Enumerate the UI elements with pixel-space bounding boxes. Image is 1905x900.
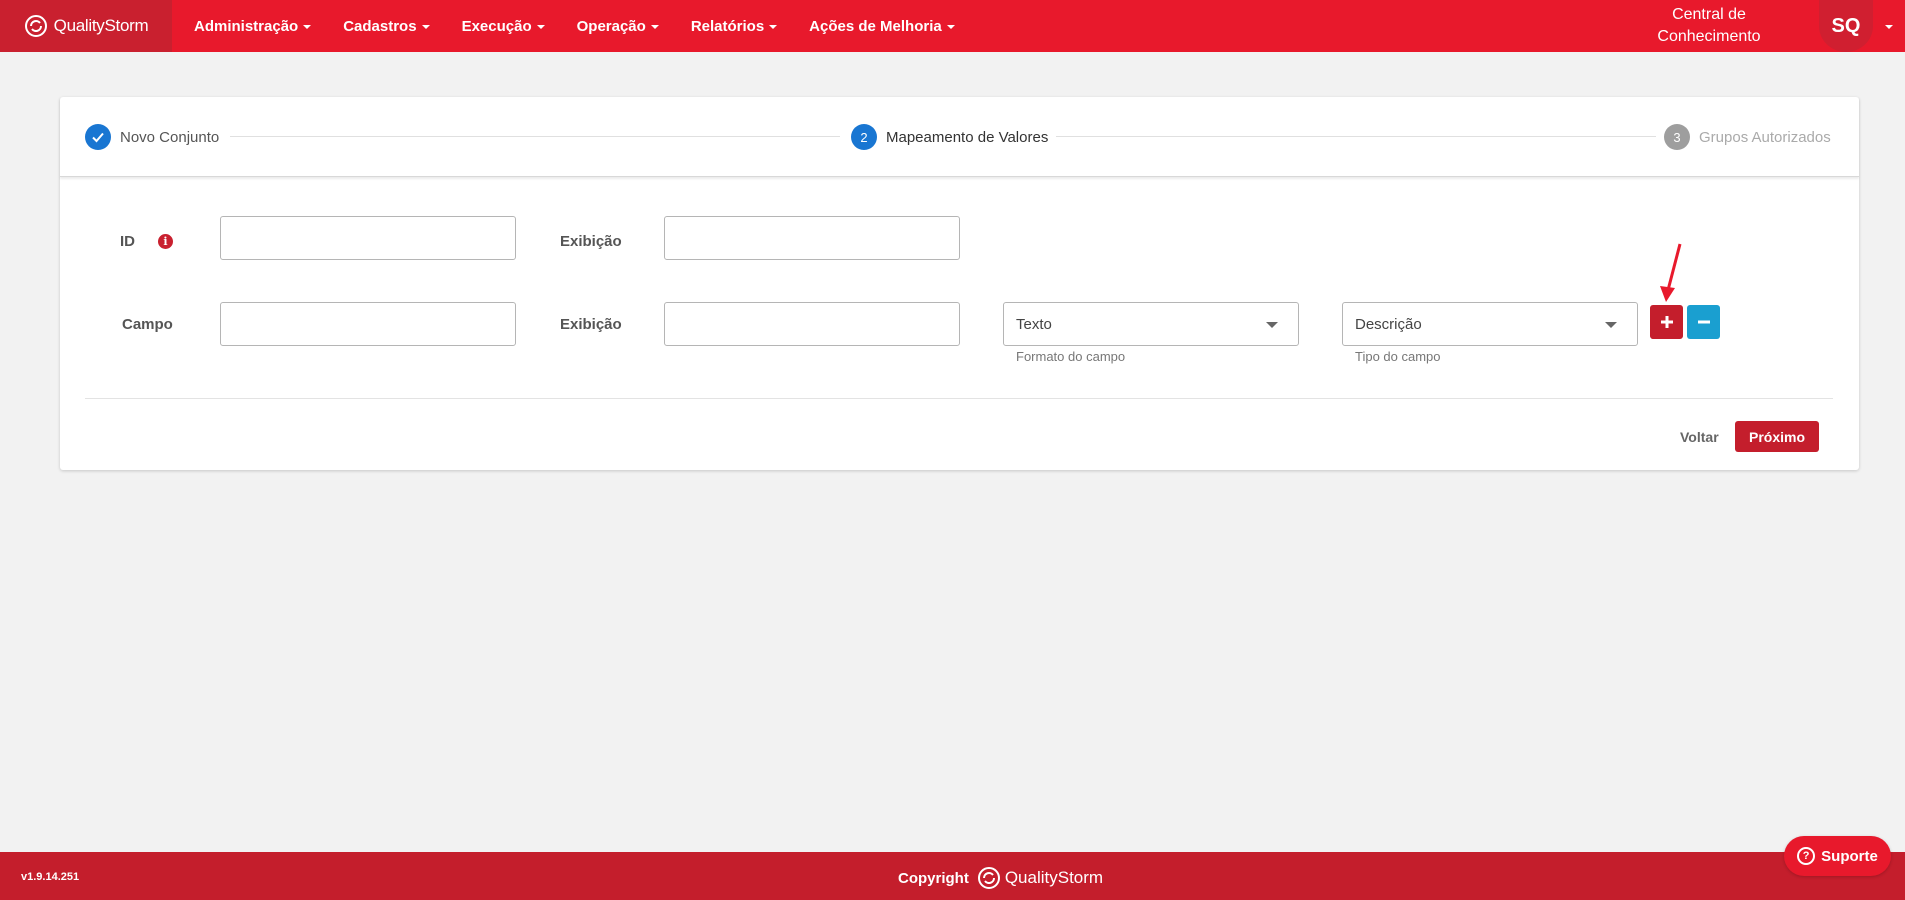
field-input[interactable]: [220, 302, 516, 346]
format-select-value: Texto: [1016, 315, 1052, 333]
plus-icon: [1660, 316, 1673, 328]
format-select[interactable]: Texto: [1003, 302, 1299, 346]
knowledge-line-2: Conhecimento: [1657, 28, 1761, 45]
type-select-value: Descrição: [1355, 315, 1422, 333]
chevron-down-icon: [1605, 322, 1617, 328]
step-number: 3: [1664, 124, 1690, 150]
menu-label: Execução: [461, 17, 532, 35]
version-label: v1.9.14.251: [21, 871, 80, 883]
step-number: 2: [851, 124, 877, 150]
menu-label: Ações de Melhoria: [809, 17, 942, 35]
support-label: Suporte: [1821, 847, 1878, 865]
format-hint: Formato do campo: [1016, 349, 1126, 364]
menu-label: Operação: [576, 17, 646, 35]
quality-storm-logo-icon: [977, 867, 1000, 889]
step-mapeamento-de-valores[interactable]: 2 Mapeamento de Valores: [843, 124, 1057, 150]
menu-label: Cadastros: [343, 17, 417, 35]
display-input-2[interactable]: [664, 302, 960, 346]
menu-label: Administração: [194, 17, 299, 35]
wizard-card: Novo Conjunto 2 Mapeamento de Valores 3 …: [60, 97, 1859, 470]
field-label: Campo: [122, 316, 173, 333]
step-circle-completed: [85, 124, 111, 150]
step-label: Novo Conjunto: [120, 128, 220, 146]
top-navbar: QualityStorm Administração Cadastros Exe…: [0, 0, 1905, 52]
step-grupos-autorizados[interactable]: 3 Grupos Autorizados: [1656, 124, 1839, 150]
copyright-label: Copyright: [898, 869, 969, 887]
step-label: Mapeamento de Valores: [886, 128, 1049, 146]
knowledge-line-1: Central de: [1672, 6, 1746, 23]
menu-cadastros[interactable]: Cadastros: [327, 18, 445, 35]
step-connector: [1045, 136, 1660, 137]
navbar-right: Central de Conhecimento SQ: [1639, 0, 1905, 52]
brand-name: QualityStorm: [53, 16, 149, 35]
display-label-1: Exibição: [560, 233, 622, 250]
main-menu: Administração Cadastros Execução Operaçã…: [178, 0, 971, 52]
type-hint: Tipo do campo: [1355, 349, 1441, 364]
form-divider: [85, 398, 1833, 399]
display-input-1[interactable]: [664, 216, 960, 260]
minus-icon: [1697, 320, 1710, 324]
caret-down-icon: [303, 25, 312, 29]
annotation-arrow-icon: [1660, 243, 1682, 302]
user-menu-caret-icon[interactable]: [1885, 25, 1893, 29]
add-field-button[interactable]: [1650, 305, 1683, 339]
menu-administracao[interactable]: Administração: [178, 18, 327, 35]
menu-relatorios[interactable]: Relatórios: [675, 18, 793, 35]
footer-brand-name: QualityStorm: [1004, 868, 1104, 887]
user-avatar[interactable]: SQ: [1819, 0, 1873, 52]
back-button[interactable]: Voltar: [1680, 429, 1719, 445]
quality-storm-logo-icon: [24, 15, 47, 37]
id-input[interactable]: [220, 216, 516, 260]
step-label: Grupos Autorizados: [1699, 128, 1831, 146]
brand-logo[interactable]: QualityStorm: [0, 0, 172, 52]
type-select[interactable]: Descrição: [1342, 302, 1638, 346]
copyright: Copyright QualityStorm: [898, 866, 1103, 890]
caret-down-icon: [769, 25, 778, 29]
check-icon: [92, 132, 104, 143]
menu-operacao[interactable]: Operação: [561, 18, 675, 35]
footer-brand: QualityStorm: [977, 866, 1103, 890]
id-label: ID: [120, 233, 135, 250]
menu-execucao[interactable]: Execução: [446, 18, 561, 35]
caret-down-icon: [946, 25, 955, 29]
page-footer: v1.9.14.251 Copyright QualityStorm: [0, 852, 1905, 900]
wizard-stepper: Novo Conjunto 2 Mapeamento de Valores 3 …: [60, 97, 1859, 177]
question-circle-icon: ?: [1797, 847, 1816, 865]
caret-down-icon: [536, 25, 545, 29]
menu-label: Relatórios: [690, 17, 765, 35]
knowledge-center-link[interactable]: Central de Conhecimento: [1639, 4, 1779, 48]
display-label-2: Exibição: [560, 316, 622, 333]
caret-down-icon: [650, 25, 659, 29]
support-button[interactable]: ? Suporte: [1784, 836, 1891, 876]
info-icon[interactable]: i: [158, 234, 173, 249]
step-connector: [230, 136, 840, 137]
chevron-down-icon: [1266, 322, 1278, 328]
remove-field-button[interactable]: [1687, 305, 1720, 339]
caret-down-icon: [421, 25, 430, 29]
menu-acoes-de-melhoria[interactable]: Ações de Melhoria: [793, 18, 971, 35]
step-novo-conjunto[interactable]: Novo Conjunto: [85, 124, 228, 150]
next-button[interactable]: Próximo: [1735, 421, 1819, 452]
